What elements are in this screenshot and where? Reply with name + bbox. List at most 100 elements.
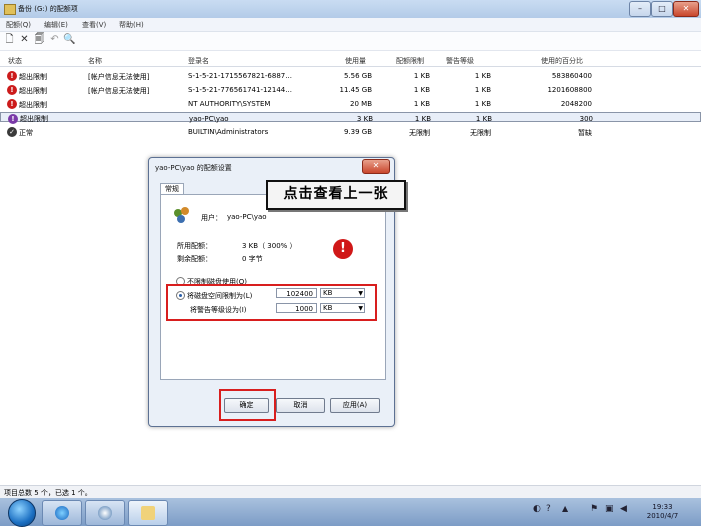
maximize-button[interactable]: □ (651, 1, 673, 17)
menu-bar: 配额(Q) 编辑(E) 查看(V) 帮助(H) (0, 18, 701, 32)
row-percent: 300 (579, 115, 593, 123)
menu-help[interactable]: 帮助(H) (119, 20, 144, 30)
ie-icon (55, 506, 69, 520)
row-percent: 2048200 (560, 100, 592, 108)
help-icon[interactable]: ? (546, 504, 551, 514)
ok-status-icon: ✓ (7, 127, 17, 137)
user-value: yao-PC\yao (227, 213, 267, 221)
window-title: 备份 (G:) 的配额项 (18, 5, 78, 13)
limit-disk-label: 将磁盘空间限制为(L) (187, 292, 253, 300)
chevron-down-icon: ▼ (358, 290, 363, 297)
dialog-title: yao-PC\yao 的配额设置 (155, 164, 232, 172)
network-icon[interactable]: ▣ (605, 504, 614, 514)
row-login: NT AUTHORITY\SYSTEM (188, 100, 271, 108)
find-icon[interactable]: 🔍 (63, 33, 76, 47)
ok-button[interactable]: 确定 (224, 398, 269, 413)
row-used: 5.56 GB (343, 72, 372, 80)
error-icon: ! (7, 85, 17, 95)
column-status[interactable]: 状态 (8, 56, 22, 66)
close-button[interactable]: ✕ (673, 1, 699, 17)
table-row[interactable]: ! 超出限制 [帐户信息无法使用] S-1-5-21-776561741-121… (0, 84, 701, 97)
table-row[interactable]: ✓ 正常 BUILTIN\Administrators 9.39 GB 无限制 … (0, 126, 701, 139)
row-percent: 1201608800 (547, 86, 592, 94)
list-header: 状态 名称 登录名 使用量 配额限制 警告等级 使用的百分比 (0, 53, 701, 67)
language-icon[interactable]: ◐ (533, 504, 541, 514)
row-login: yao-PC\yao (189, 115, 229, 123)
remaining-quota-value: 0 字节 (242, 255, 263, 263)
row-name: [帐户信息无法使用] (88, 87, 150, 95)
row-login: S-1-5-21-776561741-12144... (188, 86, 292, 94)
column-warn[interactable]: 警告等级 (446, 56, 474, 66)
status-text: 项目总数 5 个，已选 1 个。 (4, 489, 92, 497)
row-status: 超出限制 (19, 101, 47, 109)
cancel-button[interactable]: 取消 (276, 398, 325, 413)
warning-value-field[interactable]: 1000 (276, 303, 317, 313)
warning-unit-select[interactable]: KB ▼ (320, 303, 365, 313)
row-used: 20 MB (350, 100, 372, 108)
minimize-button[interactable]: – (629, 1, 651, 17)
warning-unit-value: KB (323, 304, 333, 312)
table-row[interactable]: ! 超出限制 NT AUTHORITY\SYSTEM 20 MB 1 KB 1 … (0, 98, 701, 111)
row-warn: 1 KB (474, 100, 491, 108)
row-status: 超出限制 (19, 73, 47, 81)
volume-icon[interactable]: ◀ (620, 504, 627, 514)
table-row[interactable]: ! 超出限制 [帐户信息无法使用] S-1-5-21-1715567821-68… (0, 70, 701, 83)
table-row-selected[interactable]: ! 超出限制 yao-PC\yao 3 KB 1 KB 1 KB 300 (0, 112, 701, 124)
delete-icon[interactable]: ✕ (18, 33, 31, 47)
clock-time: 19:33 (652, 503, 673, 511)
row-status: 超出限制 (19, 87, 47, 95)
row-warn: 1 KB (475, 115, 492, 123)
apply-button[interactable]: 应用(A) (330, 398, 380, 413)
dialog-close-button[interactable]: ✕ (362, 159, 390, 174)
row-limit: 1 KB (413, 100, 430, 108)
previous-image-callout[interactable]: 点击查看上一张 (266, 180, 406, 210)
chevron-down-icon: ▼ (358, 305, 363, 312)
user-label: 用户： (201, 214, 222, 222)
quota-icon (4, 4, 16, 15)
row-login: S-1-5-21-1715567821-6887... (188, 72, 292, 80)
row-limit: 1 KB (413, 86, 430, 94)
column-name[interactable]: 名称 (88, 56, 102, 66)
row-used: 9.39 GB (343, 128, 372, 136)
column-used[interactable]: 使用量 (345, 56, 366, 66)
folder-icon (141, 506, 155, 520)
limit-disk-radio[interactable] (176, 291, 185, 300)
flag-icon[interactable]: ⚑ (590, 504, 598, 514)
clock-date: 2010/4/7 (646, 512, 679, 520)
menu-edit[interactable]: 编辑(E) (44, 20, 68, 30)
error-icon: ! (7, 99, 17, 109)
menu-quota[interactable]: 配额(Q) (6, 20, 31, 30)
row-name: [帐户信息无法使用] (88, 73, 150, 81)
column-limit[interactable]: 配额限制 (396, 56, 424, 66)
column-percent[interactable]: 使用的百分比 (541, 56, 583, 66)
limit-value-field[interactable]: 102400 (276, 288, 317, 298)
new-entry-icon[interactable]: 🗋 (3, 33, 16, 47)
limit-unit-select[interactable]: KB ▼ (320, 288, 365, 298)
title-bar: 备份 (G:) 的配额项 – □ ✕ (0, 0, 701, 18)
properties-icon[interactable]: 🗐 (33, 33, 46, 47)
taskbar-media-button[interactable] (85, 500, 125, 526)
row-limit: 1 KB (413, 72, 430, 80)
row-used: 3 KB (356, 115, 373, 123)
tray-expand-icon[interactable]: ▲ (562, 504, 568, 513)
used-quota-value: 3 KB（ 300% ） (242, 242, 297, 250)
menu-view[interactable]: 查看(V) (82, 20, 106, 30)
row-warn: 无限制 (470, 129, 491, 137)
taskbar-explorer-button[interactable] (128, 500, 168, 526)
row-warn: 1 KB (474, 72, 491, 80)
column-login[interactable]: 登录名 (188, 56, 209, 66)
used-quota-label: 所用配额： (177, 242, 212, 250)
row-status: 超出限制 (20, 115, 48, 123)
undo-icon[interactable]: ↶ (48, 33, 61, 47)
row-limit: 1 KB (414, 115, 431, 123)
error-icon: ! (7, 71, 17, 81)
media-player-icon (98, 506, 112, 520)
taskbar: ◐ ? ▲ ⚑ ▣ ◀ (0, 498, 701, 527)
start-button[interactable] (8, 499, 36, 527)
row-percent: 暂缺 (578, 129, 592, 137)
toolbar: 🗋 ✕ 🗐 ↶ 🔍 (0, 32, 701, 51)
taskbar-ie-button[interactable] (42, 500, 82, 526)
clock[interactable]: 19:33 2010/4/7 (640, 503, 685, 521)
status-bar: 项目总数 5 个，已选 1 个。 (0, 485, 701, 499)
row-status: 正常 (19, 129, 33, 137)
